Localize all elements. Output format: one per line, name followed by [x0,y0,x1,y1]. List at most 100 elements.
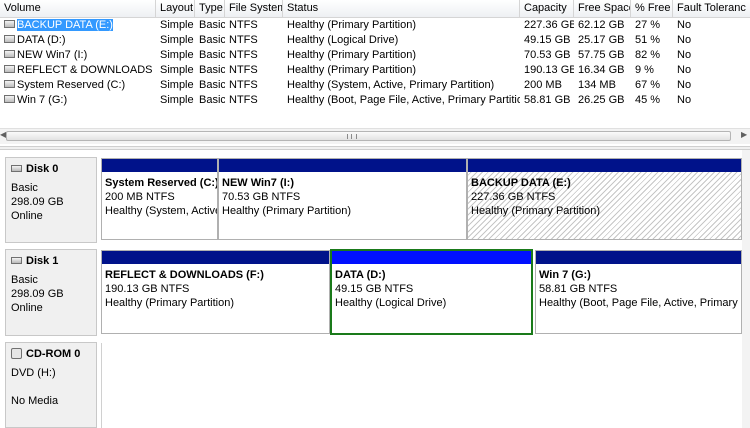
partition-win7[interactable]: Win 7 (G:) 58.81 GB NTFS Healthy (Boot, … [535,250,742,334]
volume-pct-free: 82 % [635,49,661,61]
disk-1-label[interactable]: Disk 1 Basic 298.09 GB Online [5,249,97,336]
partition-status: Healthy (Primary Partition) [105,297,234,309]
volume-status: Healthy (Primary Partition) [287,64,416,76]
column-type[interactable]: Type [195,0,225,17]
grip-icon [347,134,357,139]
partition-title: NEW Win7 (I:) [222,177,294,189]
vertical-scrollbar[interactable] [742,150,750,428]
volume-pct-free: 9 % [635,64,654,76]
volume-name-cell: DATA (D:) [0,33,156,48]
column-header-row: Volume Layout Type File System Status Ca… [0,0,750,18]
disk-name: Disk 0 [26,163,59,175]
volume-fault: No [677,19,692,31]
partition-data-selected[interactable]: DATA (D:) 49.15 GB NTFS Healthy (Logical… [330,249,533,335]
horizontal-scrollbar[interactable]: ◀ ▶ [0,128,750,144]
partition-status: Healthy (System, Active [105,205,217,217]
partition-backup-data[interactable]: BACKUP DATA (E:) 227.36 GB NTFS Healthy … [467,158,742,240]
column-fault-tolerance[interactable]: Fault Toleranc [673,0,750,17]
column-capacity[interactable]: Capacity [520,0,574,17]
volume-layout: Simple [160,19,194,31]
volume-free: 57.75 GB [578,49,625,61]
partition-reflect-downloads[interactable]: REFLECT & DOWNLOADS (F:) 190.13 GB NTFS … [101,250,330,334]
volume-row[interactable]: System Reserved (C:) Simple Basic NTFS H… [0,78,750,93]
volume-layout: Simple [160,64,194,76]
partition-size: 190.13 GB NTFS [105,283,190,295]
disk-state: Online [11,302,43,314]
partition-status: Healthy (Boot, Page File, Active, Primar… [539,297,741,309]
volume-capacity: 190.13 GB [524,64,574,76]
disk-icon [11,256,22,264]
column-free-space[interactable]: Free Space [574,0,631,17]
partition-system-reserved[interactable]: System Reserved (C:) 200 MB NTFS Healthy… [101,158,218,240]
volume-name-cell: Win 7 (G:) [0,93,156,108]
disk-0-label[interactable]: Disk 0 Basic 298.09 GB Online [5,157,97,243]
partition-title: REFLECT & DOWNLOADS (F:) [105,269,264,281]
volume-name: BACKUP DATA (E:) [17,19,113,31]
volume-row[interactable]: DATA (D:) Simple Basic NTFS Healthy (Log… [0,33,750,48]
disk-graphical-view: Disk 0 Basic 298.09 GB Online System Res… [0,150,750,428]
partition-size: 200 MB NTFS [105,191,175,203]
column-percent-free[interactable]: % Free [631,0,673,17]
volume-layout: Simple [160,34,194,46]
volume-row[interactable]: Win 7 (G:) Simple Basic NTFS Healthy (Bo… [0,93,750,108]
volume-row[interactable]: BACKUP DATA (E:) Simple Basic NTFS Healt… [0,18,750,33]
partition-title: System Reserved (C:) [105,177,217,189]
scrollbar-thumb[interactable] [6,131,731,141]
volume-name: REFLECT & DOWNLOADS (F:) [17,64,156,76]
volume-name: Win 7 (G:) [17,94,68,106]
cdrom-empty-area[interactable] [101,343,747,428]
partition-header-bar [102,251,329,264]
volume-icon [4,50,15,59]
partition-header-bar [468,159,741,172]
volume-layout: Simple [160,94,194,106]
cdrom-media: No Media [11,395,59,407]
partition-header-bar [102,159,217,172]
partition-size: 58.81 GB NTFS [539,283,618,295]
cdrom-icon [11,347,22,359]
volume-fault: No [677,64,692,76]
volume-list: Volume Layout Type File System Status Ca… [0,0,750,146]
disk-size: 298.09 GB [11,288,64,300]
volume-name: NEW Win7 (I:) [17,49,88,61]
volume-type: Basic [199,19,225,31]
column-status[interactable]: Status [283,0,520,17]
volume-free: 134 MB [578,79,616,91]
volume-type: Basic [199,34,225,46]
column-layout[interactable]: Layout [156,0,195,17]
volume-status: Healthy (Boot, Page File, Active, Primar… [287,94,520,106]
column-volume[interactable]: Volume [0,0,156,17]
partition-header-bar [536,251,741,264]
volume-name-cell: System Reserved (C:) [0,78,156,93]
volume-name-cell: BACKUP DATA (E:) [0,18,156,33]
disk-type: Basic [11,182,38,194]
volume-fs: NTFS [229,19,258,31]
volume-icon [4,65,15,74]
partition-new-win7[interactable]: NEW Win7 (I:) 70.53 GB NTFS Healthy (Pri… [218,158,467,240]
volume-pct-free: 27 % [635,19,661,31]
volume-capacity: 58.81 GB [524,94,571,106]
partition-title: Win 7 (G:) [539,269,591,281]
volume-fs: NTFS [229,94,258,106]
volume-icon [4,35,15,44]
volume-row[interactable]: REFLECT & DOWNLOADS (F:) Simple Basic NT… [0,63,750,78]
volume-fault: No [677,94,692,106]
scroll-right-icon[interactable]: ▶ [741,130,747,139]
cdrom-drive: DVD (H:) [11,367,56,379]
volume-fault: No [677,49,692,61]
volume-status: Healthy (System, Active, Primary Partiti… [287,79,495,91]
volume-status: Healthy (Logical Drive) [287,34,399,46]
volume-icon [4,80,15,89]
column-file-system[interactable]: File System [225,0,283,17]
volume-icon [4,95,15,104]
volume-free: 26.25 GB [578,94,625,106]
volume-free: 62.12 GB [578,19,625,31]
partition-status: Healthy (Logical Drive) [335,297,447,309]
disk-icon [11,164,22,172]
volume-fs: NTFS [229,49,258,61]
volume-capacity: 49.15 GB [524,34,571,46]
disk-type: Basic [11,274,38,286]
volume-row[interactable]: NEW Win7 (I:) Simple Basic NTFS Healthy … [0,48,750,63]
cdrom-label[interactable]: CD-ROM 0 DVD (H:) No Media [5,342,97,428]
partition-size: 70.53 GB NTFS [222,191,301,203]
volume-layout: Simple [160,79,194,91]
